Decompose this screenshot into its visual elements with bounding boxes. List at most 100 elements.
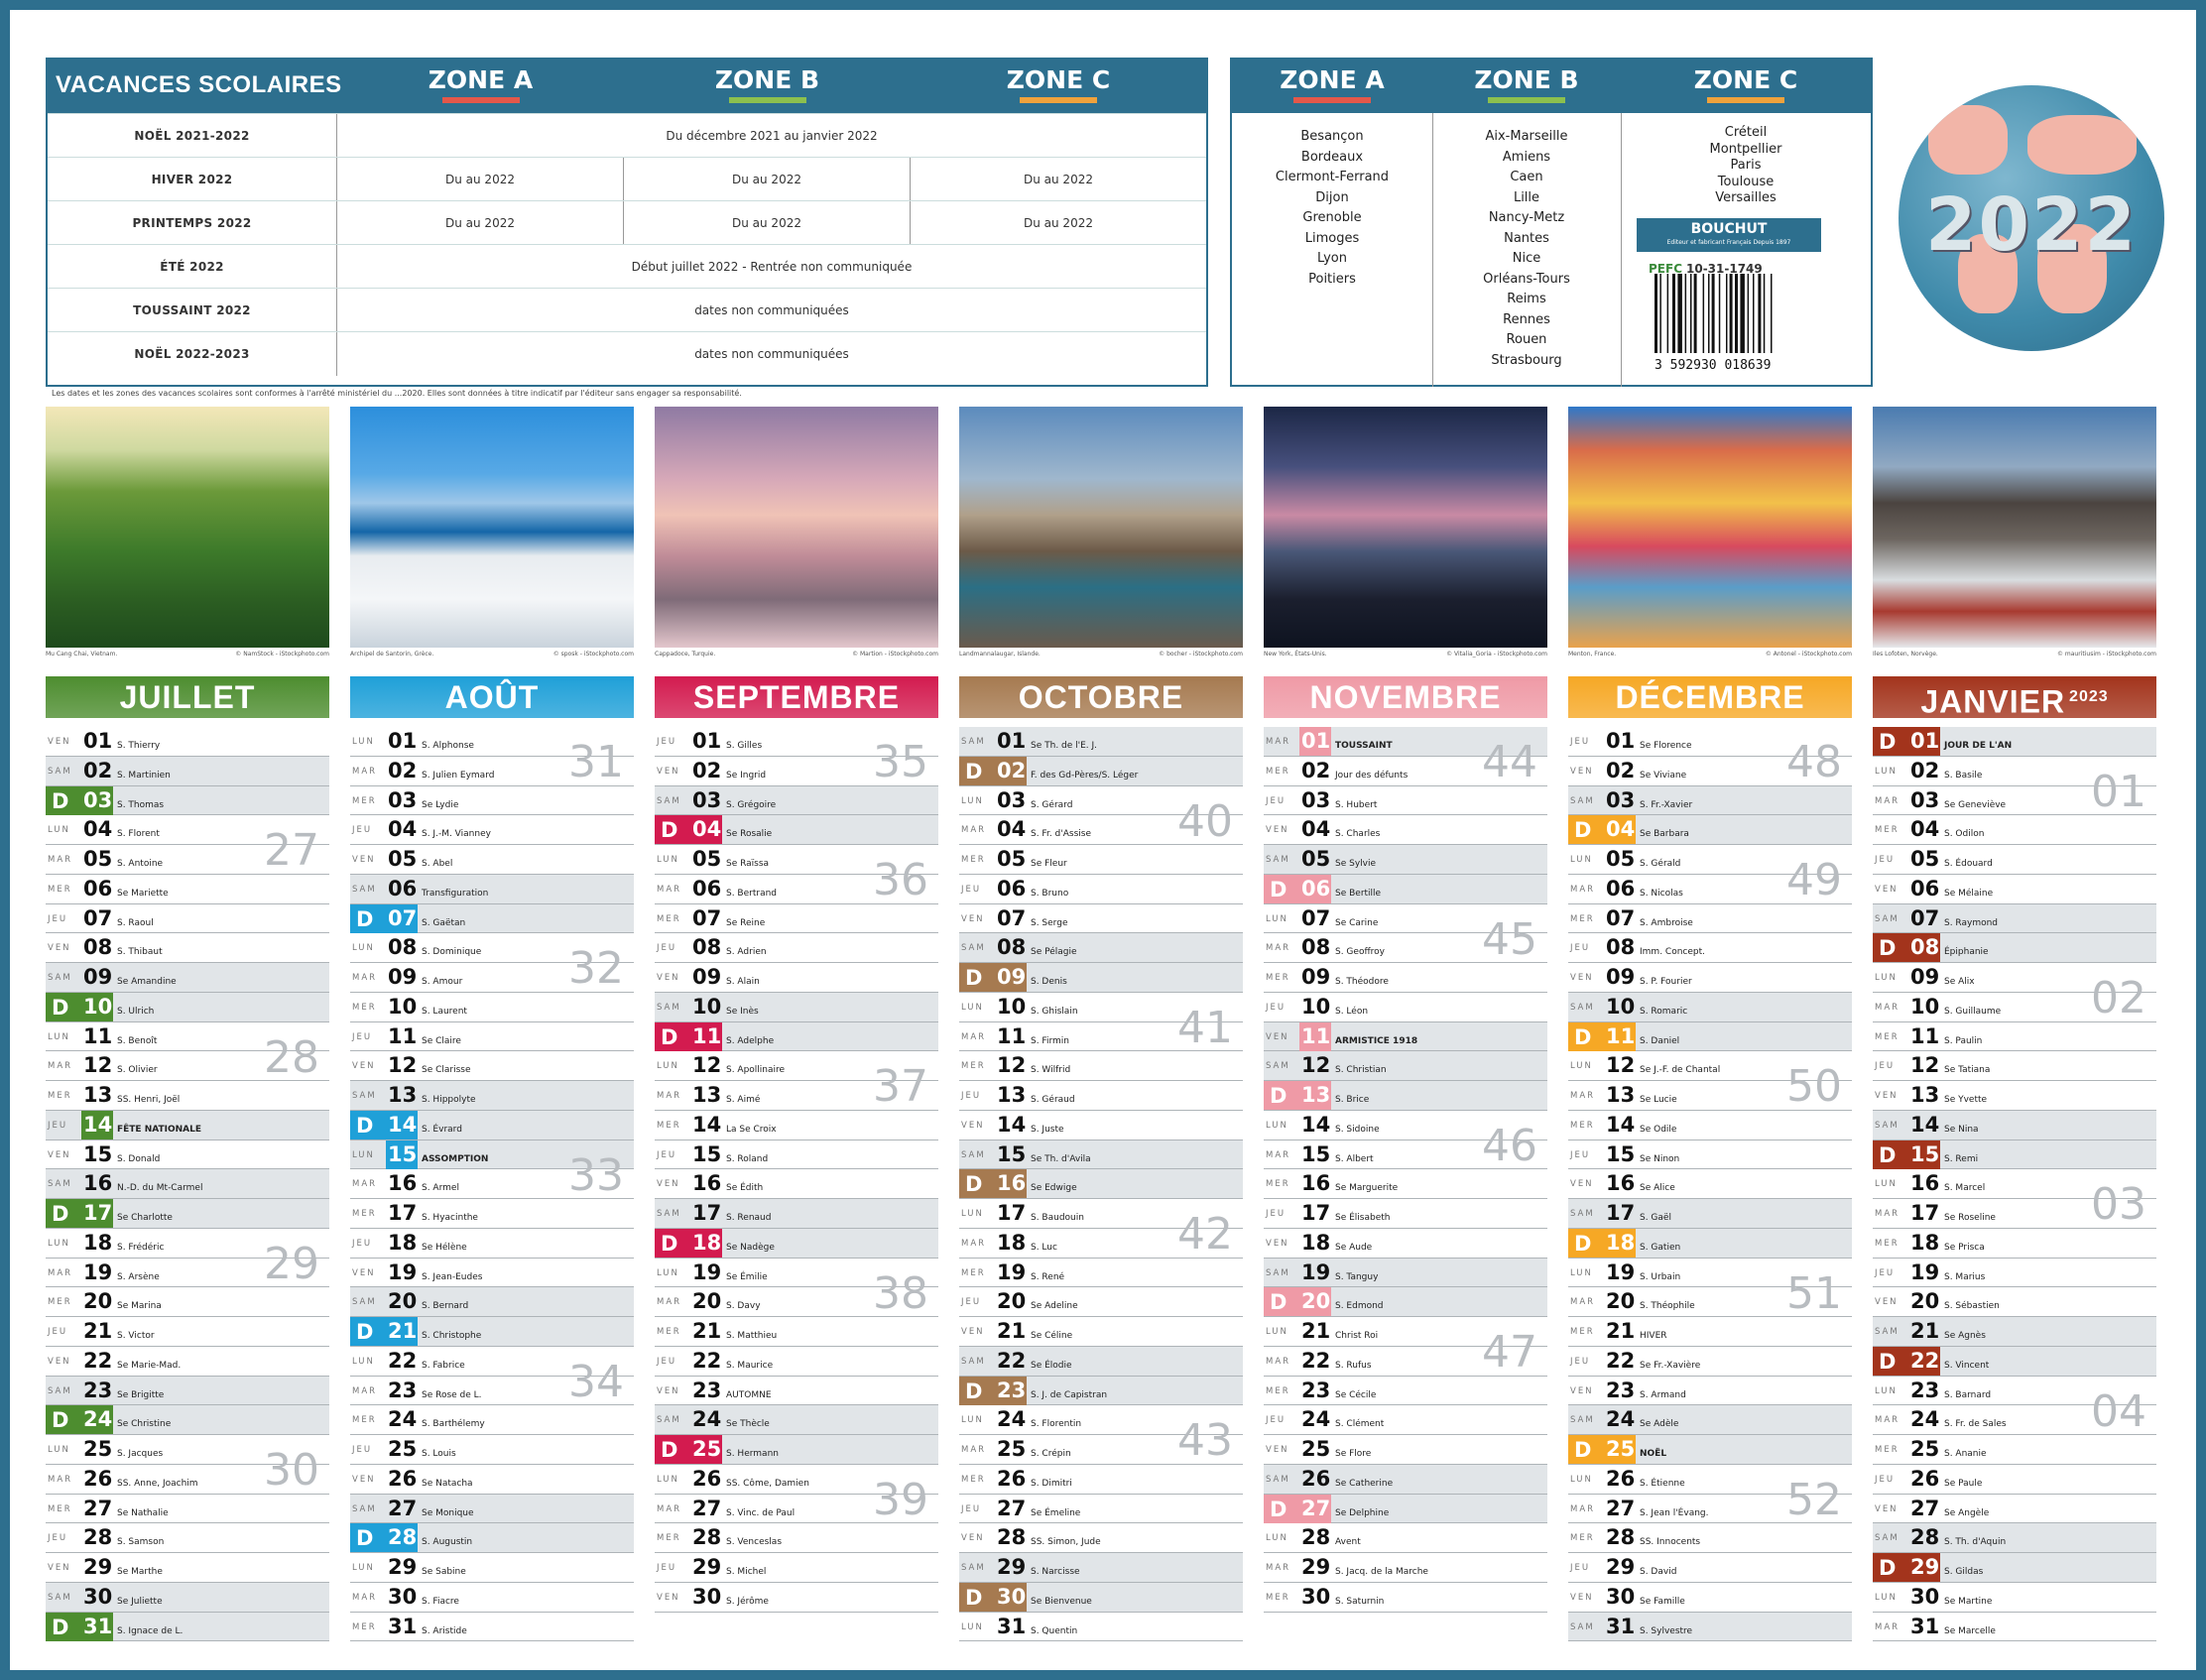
- saint-name: S. Paulin: [1944, 1035, 1983, 1046]
- saint-name: Se Nadège: [726, 1242, 775, 1253]
- day-row: VEN 22 Se Marie-Mad.: [46, 1347, 329, 1377]
- day-row: MER 04 S. Odilon: [1873, 815, 2156, 845]
- day-row: SAM 20 S. Bernard: [350, 1287, 634, 1317]
- day-row: JEU 06 S. Bruno: [959, 875, 1243, 904]
- day-row: D 08 Épiphanie: [1873, 933, 2156, 963]
- saint-name: Se Juliette: [117, 1596, 163, 1607]
- saint-name: S. Venceslas: [726, 1537, 783, 1548]
- day-row: JEU 27 Se Émeline: [959, 1495, 1243, 1524]
- saint-name: ARMISTICE 1918: [1335, 1035, 1418, 1046]
- day-row: D 07 S. Gaëtan: [350, 903, 634, 934]
- saint-name: Se Rose de L.: [422, 1389, 482, 1400]
- saint-name: S. Guillaume: [1944, 1006, 2002, 1017]
- day-row: SAM 06 Transfiguration: [350, 874, 634, 904]
- week-number: 39: [873, 1474, 928, 1525]
- saint-name: S. Edmond: [1335, 1301, 1384, 1312]
- day-row: VEN 12 Se Clarisse: [350, 1051, 634, 1081]
- saint-name: S. Ignace de L.: [117, 1625, 184, 1636]
- zone-b-heading: ZONE B: [1432, 65, 1621, 103]
- saint-name: S. Vincent: [1944, 1360, 1990, 1371]
- day-marker: D 22: [1873, 1346, 1940, 1376]
- saint-name: Christ Roi: [1335, 1331, 1379, 1341]
- saint-name: S. Donald: [117, 1153, 161, 1164]
- saint-name: Se Cécile: [1335, 1389, 1377, 1400]
- day-row: VEN 23 S. Armand: [1568, 1377, 1852, 1406]
- day-row: VEN 05 S. Abel: [350, 845, 634, 875]
- saint-name: S. Florentin: [1031, 1419, 1082, 1430]
- day-row: MER 07 Se Reine: [655, 904, 938, 934]
- day-row: VEN 15 S. Donald: [46, 1140, 329, 1170]
- day-row: MER 13 SS. Henri, Joël: [46, 1081, 329, 1111]
- day-marker: D 25: [655, 1435, 722, 1464]
- month-photo: [959, 407, 1243, 648]
- day-row: MER 31 S. Aristide: [350, 1613, 634, 1642]
- holidays-header: VACANCES SCOLAIRES ZONE A ZONE B ZONE C: [48, 60, 1206, 113]
- saint-name: S. Ambroise: [1640, 917, 1693, 928]
- day-row: SAM 26 Se Catherine: [1264, 1464, 1547, 1495]
- saint-name: Se Alice: [1640, 1183, 1675, 1194]
- day-row: MER 20 Se Marina: [46, 1287, 329, 1317]
- saint-name: S. Raymond: [1944, 917, 1999, 928]
- saint-name: Se Marcelle: [1944, 1625, 1996, 1636]
- day-row: SAM 24 Se Thècle: [655, 1405, 938, 1435]
- day-row: D 06 Se Bertille: [1264, 874, 1547, 904]
- saint-name: S. Édouard: [1944, 859, 1993, 869]
- day-row: JEU 24 S. Clément: [1264, 1405, 1547, 1435]
- saint-name: SS. Henri, Joël: [117, 1095, 181, 1105]
- week-number: 28: [264, 1031, 319, 1083]
- day-row: MER 28 S. Venceslas: [655, 1523, 938, 1553]
- week-number: 29: [264, 1238, 319, 1289]
- saint-name: Se Lucie: [1640, 1095, 1677, 1105]
- saint-name: S. Adelphe: [726, 1035, 775, 1046]
- day-marker: 01: [1264, 727, 1331, 756]
- day-marker: D 09: [959, 963, 1027, 992]
- week-number: 40: [1177, 795, 1233, 847]
- week-number: 32: [568, 943, 624, 995]
- day-row: JEU 12 Se Tatiana: [1873, 1051, 2156, 1081]
- saint-name: S. Aimé: [726, 1095, 761, 1105]
- day-row: SAM 27 Se Monique: [350, 1494, 634, 1524]
- month-name-text: DÉCEMBRE: [1615, 679, 1805, 715]
- day-row: SAM 12 S. Christian: [1264, 1051, 1547, 1081]
- day-marker: D 30: [959, 1582, 1027, 1612]
- saint-name: S. Apollinaire: [726, 1065, 786, 1076]
- month-column: Archipel de Santorin, Grèce. © sposk - iS…: [350, 407, 634, 1646]
- year-label: 2022: [1925, 182, 2138, 268]
- saint-name: S. Vinc. de Paul: [726, 1507, 796, 1518]
- day-row: MER 14 Se Odile: [1568, 1111, 1852, 1140]
- saint-name: Se Marina: [117, 1301, 162, 1312]
- saint-name: Se Famille: [1640, 1596, 1685, 1607]
- saint-name: S. Jacq. de la Marche: [1335, 1567, 1428, 1577]
- saint-name: S. Olivier: [117, 1065, 158, 1076]
- saint-name: SS. Côme, Damien: [726, 1478, 809, 1489]
- saint-name: Se Barbara: [1640, 829, 1689, 840]
- saint-name: Se Odile: [1640, 1124, 1677, 1135]
- week-number: 35: [873, 737, 928, 787]
- saint-name: Se Fleur: [1031, 859, 1067, 869]
- saint-name: S. Sébastien: [1944, 1301, 2000, 1312]
- month-name-text: AOÛT: [444, 679, 540, 715]
- caption-text: Menton, France.: [1568, 651, 1617, 658]
- day-marker: 11: [1264, 1021, 1331, 1051]
- saint-name: SS. Anne, Joachim: [117, 1478, 198, 1489]
- day-row: JEU 05 S. Édouard: [1873, 845, 2156, 875]
- saint-name: S. Fr. de Sales: [1944, 1419, 2007, 1430]
- saint-name: S. Charles: [1335, 829, 1381, 840]
- week-number: 48: [1786, 737, 1842, 787]
- zone-b-heading: ZONE B: [624, 65, 911, 103]
- saint-name: S. Alphonse: [422, 741, 474, 751]
- month-name: JANVIER 2023: [1873, 676, 2156, 720]
- day-row: MER 07 S. Ambroise: [1568, 904, 1852, 934]
- saint-name: Se Geneviève: [1944, 799, 2007, 810]
- saint-name: S. Ananie: [1944, 1449, 1987, 1459]
- day-marker: D 03: [46, 785, 113, 815]
- day-row: D 22 S. Vincent: [1873, 1346, 2156, 1377]
- saint-name: S. Étienne: [1640, 1478, 1685, 1489]
- saint-name: Se Édith: [726, 1183, 764, 1194]
- saint-name: S. Florent: [117, 829, 160, 840]
- day-row: MAR 29 S. Jacq. de la Marche: [1264, 1553, 1547, 1583]
- day-row: MER 10 S. Laurent: [350, 993, 634, 1022]
- day-row: JEU 18 Se Hélène: [350, 1229, 634, 1259]
- saint-name: Se Agnès: [1944, 1331, 1986, 1341]
- day-marker: D 29: [1873, 1553, 1940, 1582]
